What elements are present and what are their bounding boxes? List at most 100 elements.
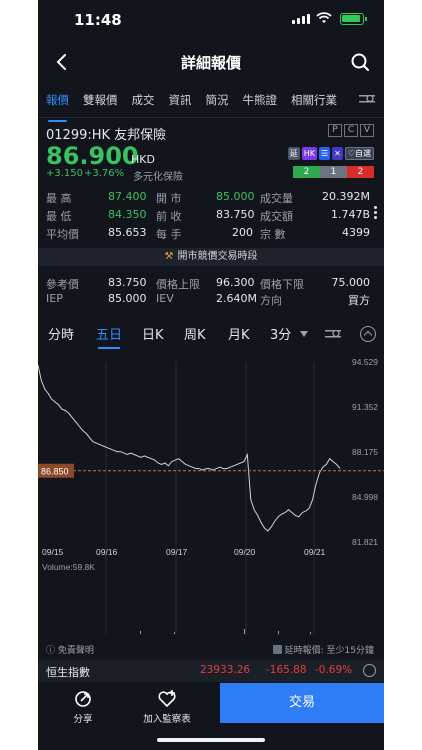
upper-limit-label: 價格上限 xyxy=(156,278,200,291)
x-tick-label: 09/17 xyxy=(166,547,188,557)
price-chart[interactable]: 94.529 91.352 88.175 84.998 81.821 86.850 09/1… xyxy=(38,352,384,642)
prev-close-label: 前 收 xyxy=(156,210,182,223)
currency: HKD xyxy=(131,153,155,166)
y-tick-label: 88.175 xyxy=(352,447,378,457)
y-tick-label: 94.529 xyxy=(352,357,378,367)
p-badge[interactable]: P xyxy=(328,124,342,137)
chevron-down-icon[interactable] xyxy=(300,331,308,337)
tab-related-industry[interactable]: 相關行業 xyxy=(291,92,337,116)
volume-bar xyxy=(278,631,279,634)
tab-profile[interactable]: 簡況 xyxy=(206,92,229,116)
ref-price-value: 83.750 xyxy=(108,276,147,289)
search-icon[interactable] xyxy=(346,48,374,76)
prev-close-value: 83.750 xyxy=(216,208,255,221)
delay-badge: 延 xyxy=(287,147,300,160)
upper-limit-value: 96.300 xyxy=(216,276,255,289)
lower-limit-label: 價格下限 xyxy=(260,278,304,291)
share-button[interactable]: 分享 xyxy=(48,689,118,725)
gavel-icon: ⚒ xyxy=(164,251,174,262)
x-tick-label: 09/16 xyxy=(96,547,118,557)
disclaimer-link[interactable]: ⓘ 免責聲明 xyxy=(46,643,94,656)
detail-tabs: 報價 雙報價 成交 資訊 簡況 牛熊證 相關行業 xyxy=(38,91,384,122)
turnover-value: 1.747B xyxy=(330,208,370,221)
status-bar: 11:48 xyxy=(38,0,384,40)
count-flat: 1 xyxy=(320,166,347,178)
auction-banner: ⚒ 開市競價交易時段 xyxy=(38,248,384,266)
feature-badges: 延 HK ☰ ✕ ♡自選 xyxy=(287,147,374,160)
avg-price-value: 85.653 xyxy=(108,226,147,239)
iev-value: 2.640M xyxy=(216,292,257,305)
index-collapse-icon[interactable] xyxy=(363,664,376,677)
y-tick-label: 84.998 xyxy=(352,492,378,502)
period-daily[interactable]: 日K xyxy=(142,324,164,343)
pcv-badges[interactable]: P C V xyxy=(328,124,374,137)
iep-label: IEP xyxy=(46,292,63,305)
index-ticker[interactable]: 恒生指數 23933.26 -165.88 -0.69% xyxy=(38,660,384,682)
hk-badge: HK xyxy=(301,147,317,160)
index-change-pct: -0.69% xyxy=(315,664,353,676)
volume-bar xyxy=(174,632,175,634)
v-badge[interactable]: V xyxy=(360,124,374,137)
price-line xyxy=(38,365,341,532)
divider xyxy=(38,117,384,118)
ref-price-label: 參考價 xyxy=(46,278,79,291)
watchlist-badge[interactable]: ♡自選 xyxy=(344,147,374,160)
add-watchlist-button[interactable]: 加入監察表 xyxy=(132,689,202,725)
clock: 11:48 xyxy=(74,11,122,29)
ref-price-label: 86.850 xyxy=(41,466,69,476)
c-badge[interactable]: C xyxy=(344,124,358,137)
top-bar: 詳細報價 xyxy=(38,44,384,80)
chart-settings-icon[interactable] xyxy=(324,326,342,342)
trade-count-label: 宗 數 xyxy=(260,228,286,241)
x-tick-label: 09/15 xyxy=(42,547,64,557)
period-intraday[interactable]: 分時 xyxy=(48,324,74,343)
low-value: 84.350 xyxy=(108,208,147,221)
low-label: 最 低 xyxy=(46,210,72,223)
short-sell-icon: ✕ xyxy=(332,147,343,160)
high-label: 最 高 xyxy=(46,192,72,205)
volume-value: 20.392M xyxy=(322,190,370,203)
tab-trades[interactable]: 成交 xyxy=(132,92,155,116)
lower-limit-value: 75.000 xyxy=(331,276,371,289)
quote-grid: 最 高 87.400 開 市 85.000 成交量 20.392M 最 低 84… xyxy=(46,190,376,250)
sentiment-counts: 2 1 2 xyxy=(293,166,374,178)
auction-grid: 參考價 83.750 價格上限 96.300 價格下限 75.000 IEP 8… xyxy=(46,276,376,312)
tab-cbbc[interactable]: 牛熊證 xyxy=(243,92,278,116)
delay-icon xyxy=(272,645,282,654)
tab-dual-quote[interactable]: 雙報價 xyxy=(83,92,118,116)
volume-label: 成交量 xyxy=(260,192,293,205)
more-icon[interactable] xyxy=(374,206,378,220)
iep-value: 85.000 xyxy=(108,292,147,305)
open-value: 85.000 xyxy=(216,190,255,203)
count-up: 2 xyxy=(293,166,320,178)
heart-plus-icon xyxy=(158,690,176,708)
index-name: 恒生指數 xyxy=(46,666,90,679)
period-monthly[interactable]: 月K xyxy=(228,324,250,343)
home-indicator xyxy=(157,738,265,742)
volume-label: Volume:59.8K xyxy=(42,562,95,572)
app-screen: 11:48 詳細報價 報價 雙報價 成交 資訊 簡況 牛熊證 相關行業 0129… xyxy=(38,0,384,750)
index-change: -165.88 xyxy=(266,664,307,676)
x-tick-label: 09/21 xyxy=(304,547,326,557)
tab-quote[interactable]: 報價 xyxy=(46,92,69,122)
chart-collapse-icon[interactable] xyxy=(360,326,376,342)
tab-news[interactable]: 資訊 xyxy=(169,92,192,116)
volume-bar xyxy=(140,631,141,634)
trade-button[interactable]: 交易 xyxy=(220,683,384,723)
battery-icon xyxy=(340,13,367,25)
share-icon xyxy=(75,691,91,707)
tab-settings-icon[interactable] xyxy=(358,91,376,107)
period-3min[interactable]: 3分 xyxy=(270,324,291,343)
turnover-label: 成交額 xyxy=(260,210,293,223)
period-weekly[interactable]: 周K xyxy=(184,324,206,343)
period-tabs: 分時 五日 日K 周K 月K 3分 xyxy=(38,318,384,349)
high-value: 87.400 xyxy=(108,190,147,203)
y-tick-label: 91.352 xyxy=(352,402,378,412)
period-5day[interactable]: 五日 xyxy=(96,324,122,349)
price-change-pct: +3.76% xyxy=(84,168,125,179)
connect-icon: ☰ xyxy=(318,147,331,160)
open-label: 開 市 xyxy=(156,192,182,205)
lot-size-value: 200 xyxy=(232,226,253,239)
direction-value: 買方 xyxy=(348,294,370,307)
last-price: 86.900 xyxy=(46,142,139,170)
